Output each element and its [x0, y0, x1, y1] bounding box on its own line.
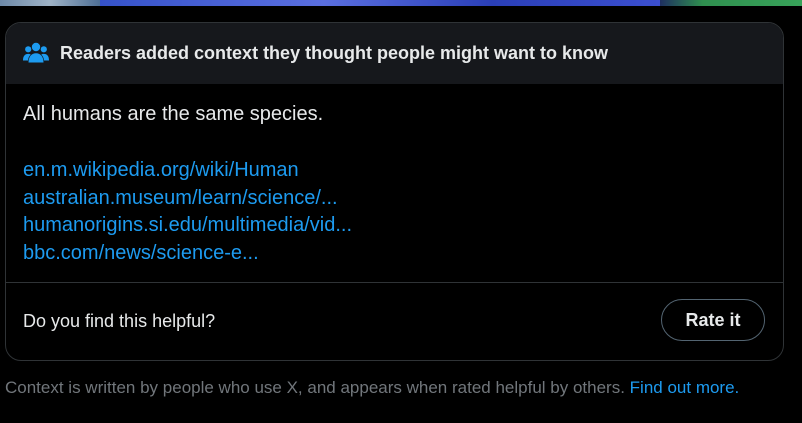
card-divider	[6, 282, 783, 283]
media-image-middle	[100, 0, 660, 6]
media-image-right	[660, 0, 802, 6]
people-icon	[23, 42, 49, 64]
source-link-wikipedia[interactable]: en.m.wikipedia.org/wiki/Human	[23, 157, 352, 185]
disclaimer-text: Context is written by people who use X, …	[5, 378, 625, 397]
community-note-card: Readers added context they thought peopl…	[5, 22, 784, 361]
source-link-smithsonian[interactable]: humanorigins.si.edu/multimedia/vid...	[23, 212, 352, 240]
find-out-more-link[interactable]: Find out more.	[630, 378, 740, 397]
community-note-text: All humans are the same species.	[23, 103, 324, 125]
community-note-title: Readers added context they thought peopl…	[60, 43, 609, 63]
source-link-australian-museum[interactable]: australian.museum/learn/science/...	[23, 185, 352, 213]
source-link-bbc[interactable]: bbc.com/news/science-e...	[23, 240, 352, 268]
rate-it-button[interactable]: Rate it	[661, 299, 765, 341]
community-note-disclaimer: Context is written by people who use X, …	[5, 376, 785, 399]
community-note-header: Readers added context they thought peopl…	[6, 23, 783, 84]
helpful-question: Do you find this helpful?	[23, 311, 216, 331]
community-note-sources: en.m.wikipedia.org/wiki/Human australian…	[23, 157, 352, 267]
media-image-left	[0, 0, 100, 6]
tweet-media-bottom-edge	[0, 0, 802, 6]
